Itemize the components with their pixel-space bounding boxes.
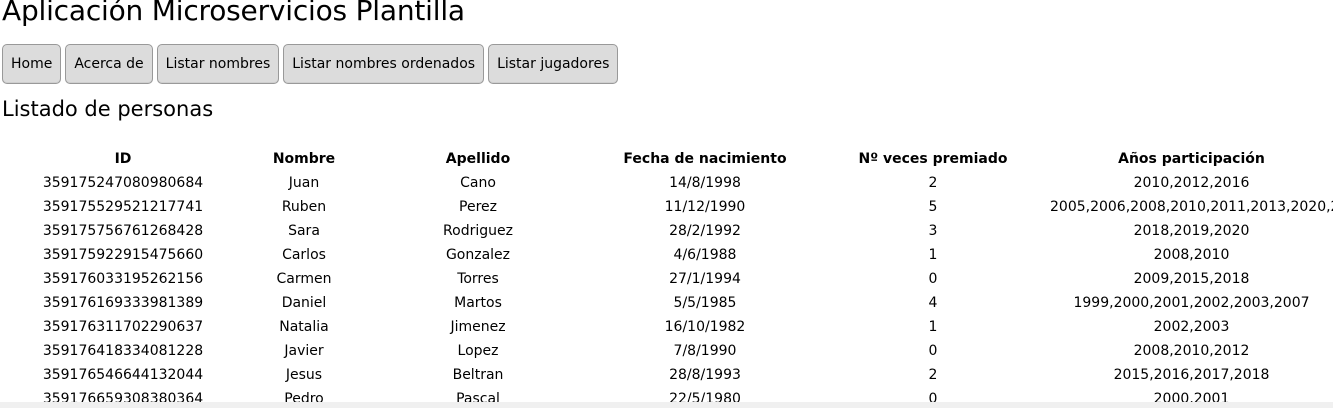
table-row: 359176418334081228 Javier Lopez 7/8/1990 0 20… [0, 339, 1333, 363]
column-header-surname: Apellido [445, 151, 511, 167]
column-header-birthdate: Fecha de nacimiento [623, 151, 787, 167]
cell-name: Carmen [276, 271, 332, 287]
cell-name: Natalia [279, 319, 329, 335]
page: Aplicación Microservicios Plantilla Home… [0, 0, 1333, 408]
cell-id: 359175247080980684 [42, 175, 204, 191]
table-row: 359176546644132044 Jesus Beltran 28/8/1993 2… [0, 363, 1333, 387]
cell-years: 2008,2010 [1153, 247, 1230, 263]
cell-id: 359175922915475660 [42, 247, 204, 263]
cell-years: 2018,2019,2020 [1133, 223, 1250, 239]
nav-bar: Home Acerca de Listar nombres Listar nom… [2, 44, 619, 84]
cell-birthdate: 5/5/1985 [673, 295, 737, 311]
table-row: 359176311702290637 Natalia Jimenez 16/10/19… [0, 315, 1333, 339]
home-button[interactable]: Home [2, 44, 62, 84]
cell-awards: 4 [928, 295, 938, 311]
list-names-button[interactable]: Listar nombres [156, 44, 280, 84]
list-players-button[interactable]: Listar jugadores [488, 44, 619, 84]
cell-years: 2015,2016,2017,2018 [1113, 367, 1270, 383]
cell-surname: Beltran [452, 367, 504, 383]
app-title: Aplicación Microservicios Plantilla [2, 0, 465, 27]
cell-birthdate: 28/2/1992 [669, 223, 741, 239]
cell-name: Juan [288, 175, 320, 191]
column-header-name: Nombre [272, 151, 336, 167]
cell-years: 2008,2010,2012 [1133, 343, 1250, 359]
table-row: 359175529521217741 Ruben Perez 11/12/1990 5 2… [0, 195, 1333, 219]
cell-surname: Perez [459, 199, 497, 215]
cell-name: Carlos [282, 247, 326, 263]
cell-id: 359175756761268428 [42, 223, 204, 239]
cell-awards: 2 [928, 175, 938, 191]
cell-surname: Torres [457, 271, 499, 287]
table-row: 359175922915475660 Carlos Gonzalez 4/6/1988… [0, 243, 1333, 267]
table-row: 359175756761268428 Sara Rodriguez 28/2/1992… [0, 219, 1333, 243]
cell-birthdate: 27/1/1994 [669, 271, 741, 287]
cell-years: 2002,2003 [1153, 319, 1230, 335]
cell-id: 359176311702290637 [42, 319, 204, 335]
cell-name: Daniel [281, 295, 327, 311]
column-header-awards: Nº veces premiado [858, 151, 1008, 167]
about-button[interactable]: Acerca de [65, 44, 153, 84]
cell-awards: 1 [928, 247, 938, 263]
cell-id: 359176546644132044 [42, 367, 204, 383]
cell-name: Ruben [281, 199, 327, 215]
list-sorted-names-button[interactable]: Listar nombres ordenados [283, 44, 485, 84]
cell-id: 359175529521217741 [42, 199, 204, 215]
cell-surname: Jimenez [450, 319, 506, 335]
cell-surname: Martos [454, 295, 502, 311]
cell-awards: 2 [928, 367, 938, 383]
cell-birthdate: 7/8/1990 [673, 343, 737, 359]
cell-birthdate: 11/12/1990 [664, 199, 746, 215]
cell-name: Javier [284, 343, 324, 359]
cell-years: 1999,2000,2001,2002,2003,2007 [1073, 295, 1310, 311]
cell-awards: 5 [928, 199, 938, 215]
cell-years: 2009,2015,2018 [1133, 271, 1250, 287]
cell-surname: Gonzalez [445, 247, 511, 263]
cell-awards: 0 [928, 343, 938, 359]
cell-years: 2010,2012,2016 [1133, 175, 1250, 191]
cell-name: Sara [288, 223, 320, 239]
cell-birthdate: 16/10/1982 [664, 319, 746, 335]
table-row: 359175247080980684 Juan Cano 14/8/1998 2 2010… [0, 171, 1333, 195]
cell-surname: Cano [460, 175, 496, 191]
cell-years: 2005,2006,2008,2010,2011,2013,2020,2021 [1050, 199, 1333, 215]
cell-awards: 0 [928, 271, 938, 287]
cell-id: 359176033195262156 [42, 271, 204, 287]
column-header-years: Años participación [1118, 151, 1265, 167]
section-heading: Listado de personas [2, 97, 214, 121]
cell-awards: 3 [928, 223, 938, 239]
table-header-row: ID Nombre Apellido Fecha de nacimiento Nº ve… [0, 147, 1333, 171]
cell-id: 359176418334081228 [42, 343, 204, 359]
column-header-id: ID [114, 151, 132, 167]
cell-birthdate: 4/6/1988 [673, 247, 737, 263]
cell-id: 359176169333981389 [42, 295, 204, 311]
cell-birthdate: 14/8/1998 [669, 175, 741, 191]
cell-surname: Lopez [457, 343, 499, 359]
cell-awards: 1 [928, 319, 938, 335]
horizontal-scrollbar[interactable] [0, 402, 1333, 408]
table-row: 359176033195262156 Carmen Torres 27/1/1994 0… [0, 267, 1333, 291]
cell-surname: Rodriguez [443, 223, 513, 239]
cell-birthdate: 28/8/1993 [669, 367, 741, 383]
table-body: 359175247080980684 Juan Cano 14/8/1998 2 2010… [0, 171, 1333, 408]
people-table: ID Nombre Apellido Fecha de nacimiento Nº ve… [0, 147, 1333, 408]
table-row: 359176169333981389 Daniel Martos 5/5/1985 4 1… [0, 291, 1333, 315]
cell-name: Jesus [285, 367, 323, 383]
